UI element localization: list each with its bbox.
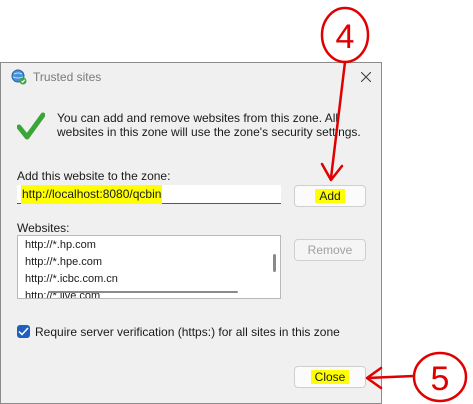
annotation-arrow-to-add <box>320 60 347 182</box>
annotation-number-step-b: 5 <box>431 360 450 398</box>
annotation-circle-step-a: 4 <box>320 6 370 64</box>
annotation-number-step-a: 4 <box>336 18 355 56</box>
annotation-circle-step-b: 5 <box>412 351 468 403</box>
annotation-overlay: 4 5 <box>320 6 468 403</box>
annotation-arrow-to-close <box>365 366 416 390</box>
